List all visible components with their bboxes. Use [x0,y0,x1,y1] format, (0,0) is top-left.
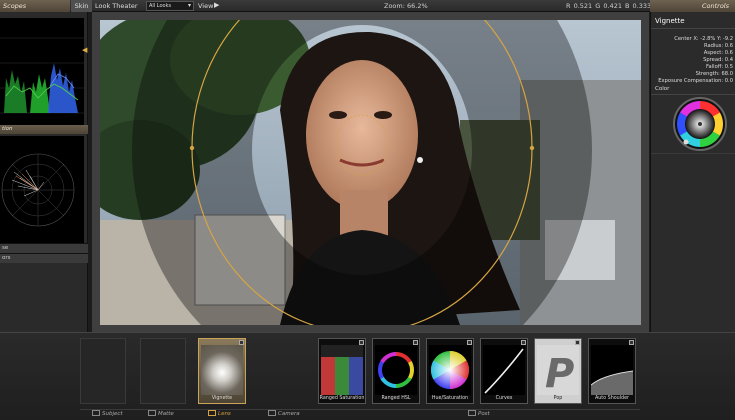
divider [651,153,735,154]
category-camera[interactable]: Camera [268,410,300,417]
tool-label: Ranged Saturation [319,396,365,401]
controls-panel-title: Controls [650,0,735,12]
category-subject[interactable]: Subject [92,410,123,417]
vectorscope-title: tion [0,125,88,134]
divider [651,28,735,29]
enable-checkbox[interactable] [575,340,580,345]
top-toolbar: Scopes Skin Look Theater All Looks ▾ Vie… [0,0,735,12]
center-xy-param[interactable]: Center X: -2.8% Y: -9.2 [674,36,733,42]
empty-tool-slot[interactable] [80,338,126,404]
tool-auto-shoulder[interactable]: Auto Shoulder [588,338,636,404]
category-post[interactable]: Post [468,410,490,417]
radius-param[interactable]: Radius: 0.6 [704,43,733,49]
ranged-saturation-thumbnail [321,345,363,395]
camera-icon [268,410,276,416]
enable-checkbox[interactable] [239,340,244,345]
spread-param[interactable]: Spread: 0.4 [703,57,733,63]
tool-ranged-saturation[interactable]: Ranged Saturation [318,338,366,404]
waveform-scope [0,18,84,126]
enable-checkbox[interactable] [359,340,364,345]
hue-saturation-thumbnail [429,345,471,395]
exposure-compensation-param[interactable]: Exposure Compensation: 0.0 [658,78,733,84]
category-label: Subject [102,411,123,417]
tool-label: Hue/Saturation [431,396,469,401]
tool-ranged-hsl[interactable]: Ranged HSL [372,338,420,404]
scopes-panel: ◀ tion se ors [0,12,88,332]
look-filter-select[interactable]: All Looks ▾ [146,1,194,11]
enable-checkbox[interactable] [413,340,418,345]
rgb-readout: R 0.521 G 0.421 B 0.333 [566,2,652,10]
category-matte[interactable]: Matte [148,410,174,417]
pop-thumbnail: P [537,345,579,395]
tool-label: Curves [495,396,513,401]
tool-vignette[interactable]: Vignette [198,338,246,404]
image-viewer[interactable] [92,12,649,332]
scopes-section-1[interactable]: se [0,243,88,253]
color-wheel[interactable] [672,96,728,152]
tool-curves[interactable]: Curves [480,338,528,404]
matte-icon [148,410,156,416]
preview-image[interactable] [100,20,641,325]
strength-param[interactable]: Strength: 68.0 [696,71,733,77]
tool-shelf: Vignette Ranged Saturation Ranged HSL Hu… [0,332,735,420]
tool-hue-saturation[interactable]: Hue/Saturation [426,338,474,404]
scope-marker-icon[interactable]: ◀ [82,46,87,54]
falloff-param[interactable]: Falloff: 0.5 [706,64,733,70]
view-menu[interactable]: View [198,2,213,10]
tool-label: Vignette [211,396,233,401]
divider [651,94,735,95]
category-label: Lens [218,411,231,417]
color-section-label: Color [655,86,670,92]
vectorscope [0,136,84,243]
curves-thumbnail [483,345,525,395]
category-label: Camera [278,411,300,417]
category-label: Post [478,411,490,417]
enable-checkbox[interactable] [467,340,472,345]
ranged-hsl-thumbnail [375,345,417,395]
play-icon[interactable]: ▶ [214,1,219,9]
auto-shoulder-thumbnail [591,345,633,395]
empty-tool-slot[interactable] [140,338,186,404]
scopes-panel-title: Scopes [0,0,70,12]
svg-text:P: P [545,351,574,395]
vignette-thumbnail [201,345,243,395]
chevron-down-icon: ▾ [187,2,191,9]
tool-pop[interactable]: P Pop [534,338,582,404]
tool-label: Auto Shoulder [594,396,630,401]
tool-label: Pop [553,396,563,401]
category-label: Matte [158,411,174,417]
lens-icon [208,410,216,416]
tool-label: Ranged HSL [381,396,411,401]
look-filter-value: All Looks [149,3,172,9]
enable-checkbox[interactable] [521,340,526,345]
scopes-section-2[interactable]: ors [0,253,88,263]
post-icon [468,410,476,416]
aspect-param[interactable]: Aspect: 0.6 [704,50,733,56]
skin-button[interactable]: Skin [71,0,92,12]
look-theater-label[interactable]: Look Theater [95,2,138,10]
category-lens[interactable]: Lens [208,410,231,417]
enable-checkbox[interactable] [629,340,634,345]
subject-icon [92,410,100,416]
controls-panel: Vignette Center X: -2.8% Y: -9.2 Radius:… [650,12,735,332]
zoom-readout: Zoom: 66.2% [384,2,428,10]
tool-name-heading: Vignette [655,17,685,25]
